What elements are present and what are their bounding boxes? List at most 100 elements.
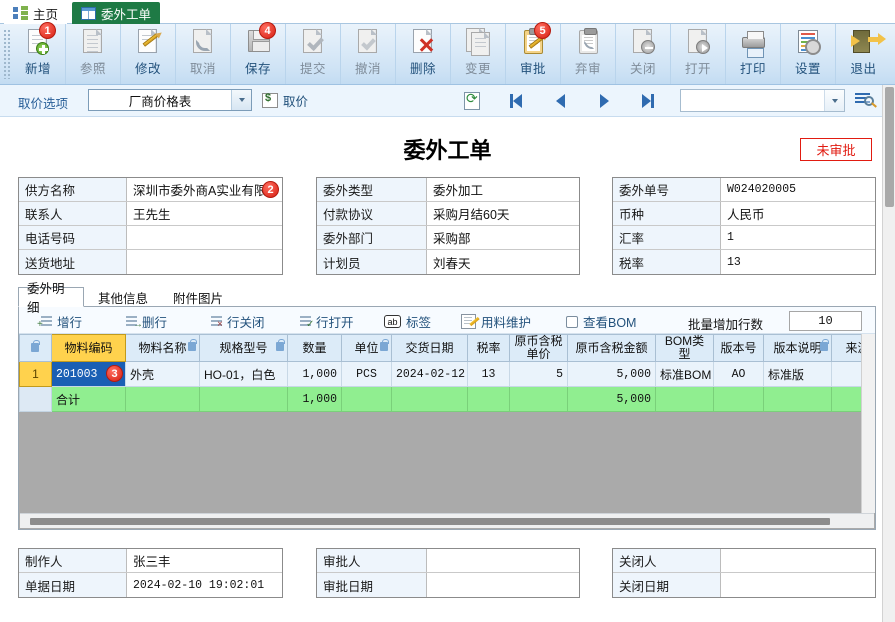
window-vertical-scrollbar-thumb[interactable] xyxy=(885,87,894,207)
field-value-outsourcing-dept[interactable]: 采购部 xyxy=(427,226,579,249)
field-value-delivery-address[interactable] xyxy=(127,250,282,274)
delete-row-button[interactable]: → 删行 xyxy=(122,312,167,331)
cell-delivery-date[interactable]: 2024-02-12 xyxy=(391,361,468,387)
total-blank-7 xyxy=(655,386,714,412)
grid-header-material-name[interactable]: 物料名称 xyxy=(125,334,200,362)
cell-material-code[interactable]: 201003 3 xyxy=(51,361,126,387)
ribbon-button-new[interactable]: 新增 1 xyxy=(11,22,66,84)
cell-material-name[interactable]: 外壳 xyxy=(125,361,200,387)
field-value-approval-date[interactable] xyxy=(427,573,579,597)
field-value-approver[interactable] xyxy=(427,549,579,572)
field-row-delivery-address: 送货地址 xyxy=(19,250,282,274)
last-record-button[interactable] xyxy=(626,89,670,113)
grid-header-version-desc-label: 版本说明 xyxy=(773,340,822,355)
grid-header-qty[interactable]: 数量 xyxy=(287,334,342,362)
grid-header-spec[interactable]: 规格型号 xyxy=(199,334,288,362)
search-input[interactable] xyxy=(680,89,845,112)
ribbon-button-print[interactable]: 打印 xyxy=(726,24,781,84)
grid-total-row: 合计 1,000 5,000 xyxy=(19,386,875,412)
ribbon-button-save[interactable]: 保存 4 xyxy=(231,22,286,84)
window-tab-outsourcing-order[interactable]: 委外工单 xyxy=(72,2,161,24)
ribbon-button-change[interactable]: 变更 xyxy=(451,24,506,84)
field-value-order-no[interactable]: W024020005 xyxy=(721,178,875,201)
cell-version-no[interactable]: AO xyxy=(713,361,764,387)
field-value-payment-terms[interactable]: 采购月结60天 xyxy=(427,202,579,225)
field-value-document-date[interactable]: 2024-02-10 19:02:01 xyxy=(127,573,282,597)
grid-header-delivery-date[interactable]: 交货日期 xyxy=(391,334,468,362)
view-bom-checkbox[interactable]: 查看BOM xyxy=(566,312,636,331)
grid-header-amount[interactable]: 原币含税金额 xyxy=(567,334,656,362)
grid-horizontal-scrollbar[interactable] xyxy=(20,513,874,528)
label-button[interactable]: ab 标签 xyxy=(384,312,431,331)
field-value-supplier-name[interactable]: 深圳市委外商A实业有限公司 2 xyxy=(127,178,282,201)
find-icon[interactable] xyxy=(855,91,877,109)
tab-other-info[interactable]: 其他信息 xyxy=(90,287,156,307)
ribbon-button-open[interactable]: 打开 xyxy=(671,24,726,84)
window-tab-strip: 主页 委外工单 xyxy=(0,0,895,24)
cell-unit-price[interactable]: 5 xyxy=(509,361,568,387)
next-record-button[interactable] xyxy=(582,89,626,113)
tab-outsourcing-detail[interactable]: 委外明细 xyxy=(18,282,84,315)
chevron-down-icon[interactable] xyxy=(231,90,251,110)
cell-unit[interactable]: PCS xyxy=(341,361,392,387)
window-vertical-scrollbar[interactable] xyxy=(882,85,895,622)
edit-pencil-icon xyxy=(133,28,163,56)
ribbon-button-close[interactable]: 关闭 xyxy=(616,24,671,84)
close-row-button[interactable]: × 行关闭 xyxy=(207,312,265,331)
previous-record-button[interactable] xyxy=(538,89,582,113)
field-value-exchange-rate[interactable]: 1 xyxy=(721,226,875,249)
ribbon-button-approve[interactable]: 审批 5 xyxy=(506,22,561,84)
refresh-button[interactable] xyxy=(450,89,494,113)
field-value-phone[interactable] xyxy=(127,226,282,249)
cell-tax-rate[interactable]: 13 xyxy=(467,361,510,387)
field-value-close-date[interactable] xyxy=(721,573,875,597)
tab-other-info-label: 其他信息 xyxy=(98,291,149,306)
get-price-button[interactable]: 取价 xyxy=(262,91,308,110)
ribbon-button-cancel[interactable]: 取消 xyxy=(176,24,231,84)
cell-qty[interactable]: 1,000 xyxy=(287,361,342,387)
field-value-currency[interactable]: 人民币 xyxy=(721,202,875,225)
grid-header-rownum[interactable] xyxy=(19,334,52,362)
ribbon-button-modify[interactable]: 修改 xyxy=(121,24,176,84)
field-row-payment-terms: 付款协议 采购月结60天 xyxy=(317,202,579,226)
grid-horizontal-scrollbar-thumb[interactable] xyxy=(30,518,830,525)
ribbon-button-reference[interactable]: 参照 xyxy=(66,24,121,84)
ribbon-button-delete[interactable]: 删除 xyxy=(396,24,451,84)
field-value-closer[interactable] xyxy=(721,549,875,572)
field-value-tax-rate[interactable]: 13 xyxy=(721,250,875,274)
batch-rows-input[interactable]: 10 xyxy=(789,311,862,331)
grid-header-bom-type[interactable]: BOM类型 xyxy=(655,334,714,362)
field-value-contact-person[interactable]: 王先生 xyxy=(127,202,282,225)
field-value-planner[interactable]: 刘春天 xyxy=(427,250,579,274)
cell-spec[interactable]: HO-01，白色 xyxy=(199,361,288,387)
grid-header-unit[interactable]: 单位 xyxy=(341,334,392,362)
cell-bom-type[interactable]: 标准BOM xyxy=(655,361,714,387)
grid-header-unit-price[interactable]: 原币含税单价 xyxy=(509,334,568,362)
ribbon-button-exit[interactable]: 退出 xyxy=(836,24,891,84)
ribbon-button-unapprove[interactable]: 弃审 xyxy=(561,24,616,84)
window-tab-home[interactable]: 主页 xyxy=(4,2,68,24)
material-maintain-button[interactable]: 用料维护 xyxy=(461,312,531,331)
grid-header-version-no[interactable]: 版本号 xyxy=(713,334,764,362)
ribbon-button-revoke[interactable]: 撤消 xyxy=(341,24,396,84)
cell-amount[interactable]: 5,000 xyxy=(567,361,656,387)
ribbon-button-submit[interactable]: 提交 xyxy=(286,24,341,84)
grid-header-version-desc[interactable]: 版本说明 xyxy=(763,334,832,362)
field-value-creator[interactable]: 张三丰 xyxy=(127,549,282,572)
grid-header-qty-label: 数量 xyxy=(302,340,327,355)
grid-header-material-code[interactable]: 物料编码 xyxy=(51,334,126,362)
table-row[interactable]: 1 201003 3 外壳 HO-01，白色 1,000 PCS 2024-02… xyxy=(19,361,875,387)
ribbon-button-settings[interactable]: 设置 xyxy=(781,24,836,84)
batch-rows-label: 批量增加行数 xyxy=(687,318,763,332)
field-row-exchange-rate: 汇率 1 xyxy=(613,226,875,250)
total-label: 合计 xyxy=(51,386,126,412)
first-record-button[interactable] xyxy=(494,89,538,113)
grid-vertical-scrollbar[interactable] xyxy=(861,334,875,513)
cell-version-desc[interactable]: 标准版 xyxy=(763,361,832,387)
search-chevron-down-icon[interactable] xyxy=(824,90,844,111)
tab-attachment-image[interactable]: 附件图片 xyxy=(165,287,231,307)
price-list-select[interactable]: 厂商价格表 xyxy=(88,89,252,111)
field-value-outsourcing-type[interactable]: 委外加工 xyxy=(427,178,579,201)
grid-header-tax-rate[interactable]: 税率 xyxy=(467,334,510,362)
open-row-button[interactable]: ✓ 行打开 xyxy=(296,312,354,331)
